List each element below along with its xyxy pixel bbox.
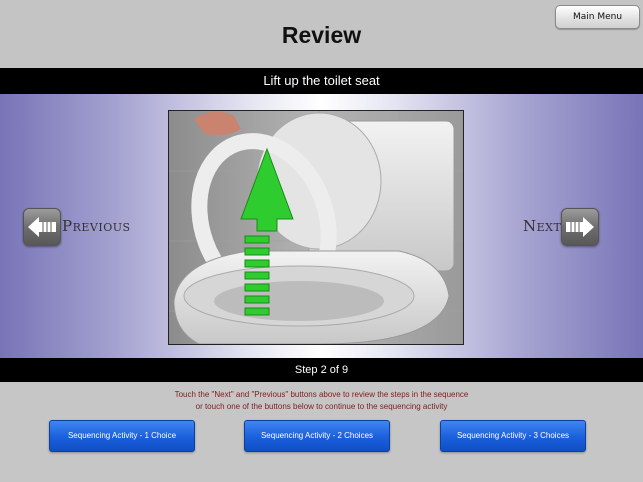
next-button[interactable] [561,208,599,246]
instructions-text: Touch the "Next" and "Previous" buttons … [0,389,643,413]
arrow-right-icon [566,217,594,237]
page-title: Review [281,22,362,48]
arrow-left-icon [28,217,56,237]
sequencing-1-choice-button[interactable]: Sequencing Activity - 1 Choice [49,420,195,452]
sequencing-2-choices-button[interactable]: Sequencing Activity - 2 Choices [244,420,390,452]
header: Review Main Menu [0,0,643,67]
instructions-line-2: or touch one of the buttons below to con… [195,402,448,411]
main-menu-button[interactable]: Main Menu [555,5,640,29]
step-photo [168,110,464,345]
instructions-line-1: Touch the "Next" and "Previous" buttons … [174,390,469,399]
previous-button[interactable] [23,208,61,246]
step-title-bar: Lift up the toilet seat [0,68,643,94]
sequencing-3-choices-button[interactable]: Sequencing Activity - 3 Choices [440,420,586,452]
previous-label[interactable]: Previous [62,217,131,235]
next-label[interactable]: Next [523,217,561,235]
step-counter: Step 2 of 9 [0,358,643,382]
